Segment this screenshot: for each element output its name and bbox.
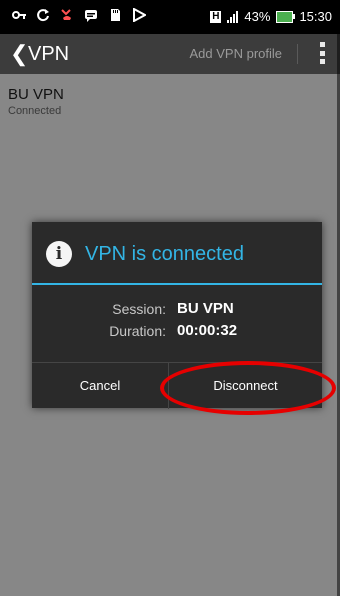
system-indicators: H 43% 15:30 <box>210 9 332 24</box>
action-divider <box>297 44 298 64</box>
dialog-title: VPN is connected <box>85 243 244 265</box>
missed-call-icon <box>61 9 71 20</box>
play-store-icon <box>133 8 146 22</box>
notification-icons <box>12 8 146 22</box>
battery-icon <box>276 10 296 23</box>
clock: 15:30 <box>299 9 332 24</box>
session-row: Session: BU VPN <box>32 298 322 320</box>
dialog-buttons: Cancel Disconnect <box>32 362 322 409</box>
page-title[interactable]: VPN <box>28 42 69 66</box>
sync-icon <box>37 9 49 22</box>
message-icon <box>85 10 97 22</box>
sd-card-icon <box>111 9 120 21</box>
session-label: Session: <box>112 301 166 317</box>
vpn-connected-dialog: i VPN is connected Session: BU VPN Durat… <box>32 222 322 409</box>
duration-label: Duration: <box>109 323 166 339</box>
disconnect-button[interactable]: Disconnect <box>169 363 322 409</box>
screen: H 43% 15:30 ❮ VPN Add VPN profile BU VPN… <box>0 0 340 596</box>
network-type-badge: H <box>210 10 222 23</box>
cancel-button[interactable]: Cancel <box>32 363 168 409</box>
info-icon: i <box>46 241 72 267</box>
dialog-header: i VPN is connected <box>32 222 322 284</box>
overflow-menu-icon[interactable] <box>320 42 326 64</box>
dialog-title-divider <box>32 283 322 285</box>
key-icon <box>12 11 26 19</box>
dialog-body: Session: BU VPN Duration: 00:00:32 <box>32 298 322 356</box>
duration-value: 00:00:32 <box>177 322 238 339</box>
action-bar: ❮ VPN Add VPN profile <box>0 34 340 74</box>
add-vpn-profile-button[interactable]: Add VPN profile <box>190 46 283 61</box>
status-bar: H 43% 15:30 <box>0 0 340 34</box>
signal-icon <box>227 10 239 23</box>
battery-percent: 43% <box>244 9 271 24</box>
vpn-profile-status: Connected <box>8 105 62 117</box>
vpn-profile-item[interactable]: BU VPN Connected <box>8 86 64 118</box>
vpn-profile-name: BU VPN <box>8 86 64 103</box>
session-value: BU VPN <box>177 300 234 317</box>
back-icon[interactable]: ❮ <box>10 42 28 66</box>
duration-row: Duration: 00:00:32 <box>32 320 322 342</box>
